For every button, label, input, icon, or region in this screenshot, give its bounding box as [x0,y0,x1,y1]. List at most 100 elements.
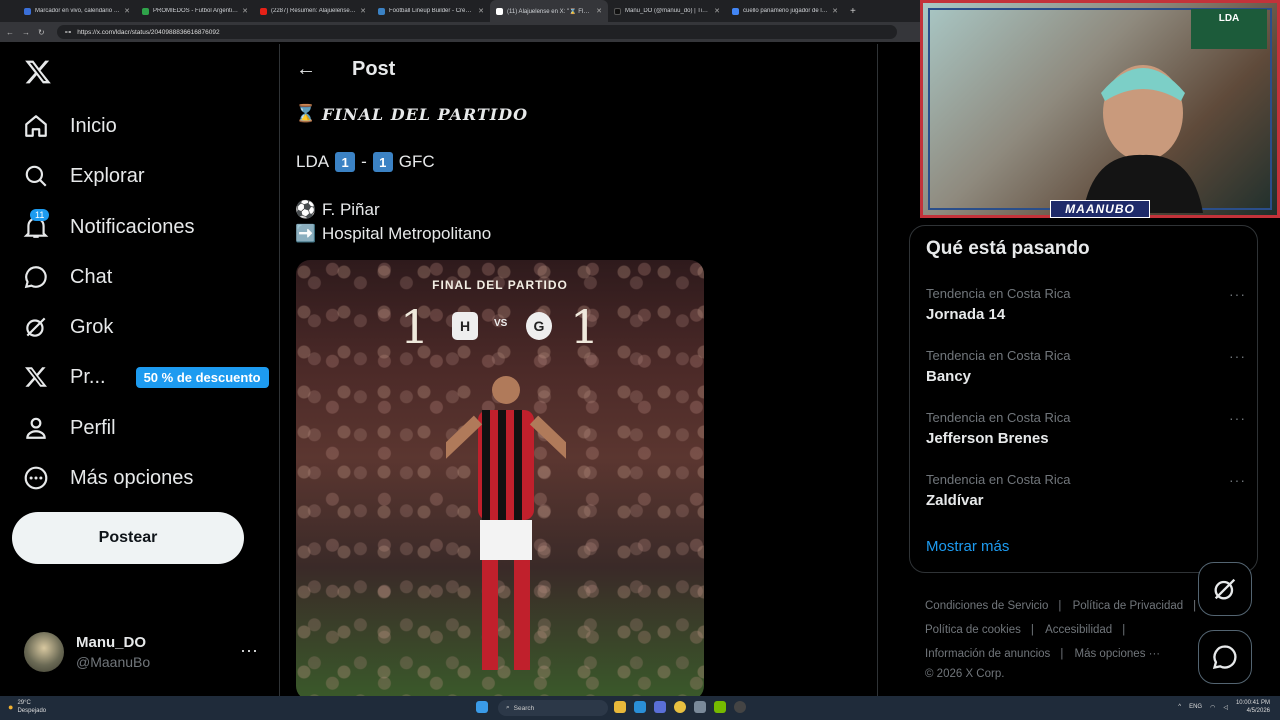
show-more-link[interactable]: Mostrar más [926,538,1009,555]
chat-icon [22,263,50,291]
tray-overflow-icon[interactable]: ^ [1178,704,1181,710]
sidebar-item-mas-opciones[interactable]: Más opciones [22,463,193,493]
wifi-icon[interactable]: ◠ [1210,704,1215,711]
tab-favicon-icon [614,7,621,15]
forward-icon[interactable]: → [22,28,30,37]
streamer-silhouette-icon [1083,65,1203,213]
sidebar-item-premium[interactable]: Pr... 50 % de descuento [22,362,269,392]
chat-icon [1212,645,1237,670]
close-icon[interactable]: ✕ [478,7,484,15]
post-scorer-line: ⚽ F. Piñar [295,200,380,219]
system-tray: ^ ENG ◠ ◁ 10:00:41 PM 4/5/2026 [1178,699,1270,715]
trends-title: Qué está pasando [926,238,1090,259]
home-icon [22,112,50,140]
close-icon[interactable]: ✕ [832,7,838,15]
trend-item[interactable]: Tendencia en Costa Rica Bancy ··· [926,348,1246,385]
account-switcher[interactable]: Manu_DO @MaanuBo ··· [24,632,264,672]
clock[interactable]: 10:00:41 PM 4/5/2026 [1236,699,1270,715]
x-logo-icon[interactable] [24,58,52,86]
sidebar-item-explorar[interactable]: Explorar [22,161,144,191]
taskbar-search[interactable]: ⌕ Search [498,700,608,716]
start-icon[interactable] [476,701,488,713]
footer-link[interactable]: Condiciones de Servicio [925,600,1048,612]
weather-widget[interactable]: ● 29°C Despejado [8,699,46,715]
copyright: © 2026 X Corp. [925,668,1005,680]
post-image[interactable]: FINAL DEL PARTIDO 1 H VS G 1 [296,260,704,696]
image-away-score: 1 [570,300,600,354]
footer-link[interactable]: Información de anuncios [925,648,1050,660]
sidebar: Inicio Explorar 11 Notificaciones Chat G… [0,44,280,696]
browser-tab-bar: Marcador en vivo, calendario y ... ✕ PROM… [0,0,920,22]
player-figure-icon [446,376,566,670]
post-button[interactable]: Postear [12,512,244,564]
browser-tab-active[interactable]: (11) Alajuelense en X: "⌛ FIN... ✕ [490,0,608,22]
more-icon[interactable]: ··· [240,640,258,661]
soccer-ball-icon: ⚽ [295,200,317,219]
more-icon[interactable]: ··· [1229,472,1246,488]
browser-tab[interactable]: cuello panameno jugador de la... ✕ [726,0,844,22]
sidebar-item-chat[interactable]: Chat [22,262,112,292]
sidebar-item-perfil[interactable]: Perfil [22,413,116,443]
sidebar-item-notificaciones[interactable]: 11 Notificaciones [22,209,195,242]
more-icon[interactable]: ··· [1229,348,1246,364]
bell-icon: 11 [22,209,50,241]
os-taskbar: ● 29°C Despejado ⌕ Search ^ ENG ◠ ◁ 10:00:… [0,696,1280,720]
obs-icon[interactable] [734,701,746,713]
more-icon[interactable]: ··· [1229,410,1246,426]
right-arrow-icon: ➡️ [295,224,317,243]
trend-item[interactable]: Tendencia en Costa Rica Jefferson Brenes… [926,410,1246,447]
browser-tab[interactable]: Marcador en vivo, calendario y ... ✕ [18,0,136,22]
chrome-icon[interactable] [674,701,686,713]
close-icon[interactable]: ✕ [360,7,366,15]
reload-icon[interactable]: ↻ [38,28,45,37]
image-vs: VS [494,318,508,329]
browser-tab[interactable]: Football Lineup Builder - Creat... ✕ [372,0,490,22]
home-crest-icon: H [452,312,478,340]
grok-fab-button[interactable] [1198,562,1252,616]
store-icon[interactable] [654,701,666,713]
post-headline: FINAL DEL PARTIDO [322,104,529,124]
search-icon: ⌕ [506,704,510,711]
footer-link[interactable]: Política de Privacidad [1073,600,1184,612]
page-title: Post [352,58,396,80]
new-tab-icon[interactable]: + [850,6,856,17]
trend-item[interactable]: Tendencia en Costa Rica Zaldívar ··· [926,472,1246,509]
more-icon[interactable]: ··· [1229,286,1246,302]
close-icon[interactable]: ✕ [596,7,602,15]
user-icon [22,414,50,442]
url-input[interactable]: ⊶ https://x.com/ldacr/status/204098883661… [56,25,897,39]
post-text-line: ⌛ FINAL DEL PARTIDO [295,104,529,124]
footer-link[interactable]: Más opciones ··· [1075,648,1161,660]
streamer-webcam: LDA [920,0,1280,218]
back-icon[interactable]: ← [6,28,14,37]
avatar [24,632,64,672]
discount-badge[interactable]: 50 % de descuento [135,366,269,388]
more-circle-icon [22,464,50,492]
volume-icon[interactable]: ◁ [1223,704,1228,711]
sidebar-item-inicio[interactable]: Inicio [22,111,117,141]
edge-icon[interactable] [634,701,646,713]
footer-link[interactable]: Accesibilidad [1045,624,1112,636]
back-arrow-icon[interactable]: ← [296,58,316,81]
x-premium-icon [22,363,50,391]
trend-item[interactable]: Tendencia en Costa Rica Jornada 14 ··· [926,286,1246,323]
main-column: ← Post ⌛ FINAL DEL PARTIDO LDA 1 - 1 GFC… [280,44,878,696]
hourglass-icon: ⌛ [295,104,317,123]
site-info-icon[interactable]: ⊶ [65,28,72,36]
browser-tab[interactable]: Manu_DO (@manuu_do) | TikT... ✕ [608,0,726,22]
browser-tab[interactable]: (2287) Resumen: Alajuelense 1... ✕ [254,0,372,22]
close-icon[interactable]: ✕ [714,7,720,15]
sidebar-item-grok[interactable]: Grok [22,312,113,342]
footer-link[interactable]: Política de cookies [925,624,1021,636]
file-explorer-icon[interactable] [614,701,626,713]
language-indicator[interactable]: ENG [1189,704,1202,710]
chat-fab-button[interactable] [1198,630,1252,684]
settings-icon[interactable] [694,701,706,713]
weather-icon: ● [8,702,14,712]
close-icon[interactable]: ✕ [242,7,248,15]
profile-name: Manu_DO [76,634,147,651]
nvidia-icon[interactable] [714,701,726,713]
close-icon[interactable]: ✕ [124,7,130,15]
browser-tab[interactable]: PROMIEDOS - Futbol Argentino ✕ [136,0,254,22]
away-crest-icon: G [526,312,552,340]
